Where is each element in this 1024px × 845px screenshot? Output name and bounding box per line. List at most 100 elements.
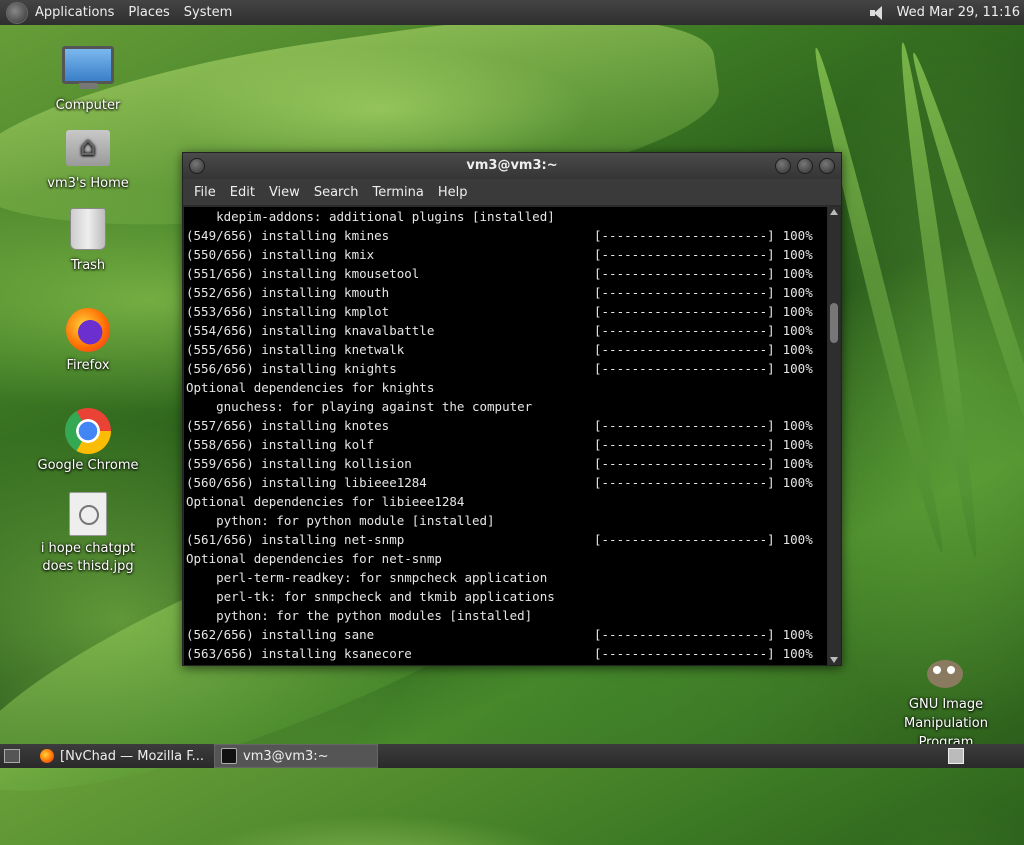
taskbar-item-label: vm3@vm3:~ (243, 748, 329, 764)
terminal-window: vm3@vm3:~ File Edit View Search Termina … (182, 152, 842, 666)
menu-view[interactable]: View (262, 185, 307, 200)
desktop-icon-home[interactable]: vm3's Home (28, 130, 148, 191)
desktop-icon-gimp[interactable]: GNU Image Manipulation Program (886, 652, 1006, 744)
terminal-line-text: (558/656) installing kolf (186, 437, 375, 452)
terminal-line-text: (557/656) installing knotes (186, 418, 390, 433)
progress-percent: 100% (782, 627, 813, 642)
progress-bar-text: [----------------------] (594, 323, 775, 338)
terminal-line-text: (553/656) installing kmplot (186, 304, 390, 319)
terminal-line: perl-tk: for snmpcheck and tkmib applica… (184, 587, 827, 606)
progress-percent: 100% (782, 342, 813, 357)
progress-bar-text: [----------------------] (594, 304, 775, 319)
desktop-icon-label: Computer (55, 98, 121, 113)
terminal-line: kdepim-addons: additional plugins [insta… (184, 207, 827, 226)
progress-bar-text: [----------------------] (594, 437, 775, 452)
scroll-down-arrow-icon[interactable] (830, 657, 838, 663)
desktop-icon-label: i hope chatgpt does thisd.jpg (40, 541, 136, 574)
close-button[interactable] (819, 158, 835, 174)
menu-file[interactable]: File (187, 185, 223, 200)
workspace-switcher[interactable] (948, 748, 964, 764)
firefox-icon (66, 308, 110, 352)
terminal-line-text: python: for python module [installed] (186, 513, 495, 528)
menu-help[interactable]: Help (431, 185, 475, 200)
desktop-icon-image-file[interactable]: i hope chatgpt does thisd.jpg (28, 492, 148, 576)
terminal-line: (561/656) installing net-snmp [----------… (184, 530, 827, 549)
taskbar-item-terminal[interactable]: vm3@vm3:~ (214, 744, 379, 768)
progress-bar-text: [----------------------] (594, 475, 775, 490)
terminal-line-text: kdepim-addons: additional plugins [insta… (186, 209, 555, 224)
progress-percent: 100% (782, 361, 813, 376)
progress-bar-text: [----------------------] (594, 361, 775, 376)
clock[interactable]: Wed Mar 29, 11:16 (897, 5, 1020, 20)
window-title: vm3@vm3:~ (466, 158, 558, 173)
terminal-line-text: (561/656) installing net-snmp (186, 532, 405, 547)
top-panel: Applications Places System Wed Mar 29, 1… (0, 0, 1024, 25)
desktop-icon-label: Firefox (66, 358, 110, 373)
terminal-line-text: (555/656) installing knetwalk (186, 342, 405, 357)
taskbar-item-label: [NvChad — Mozilla F... (60, 748, 205, 764)
terminal-line-text: perl-tk: for snmpcheck and tkmib applica… (186, 589, 555, 604)
progress-percent: 100% (782, 285, 813, 300)
scrollbar-thumb[interactable] (830, 303, 838, 343)
terminal-line: Optional dependencies for knights (184, 378, 827, 397)
terminal-line-text: Optional dependencies for net-snmp (186, 551, 442, 566)
terminal-line-text: (549/656) installing kmines (186, 228, 390, 243)
terminal-line-text: (560/656) installing libieee1284 (186, 475, 427, 490)
progress-percent: 100% (782, 304, 813, 319)
terminal-line: python: for the python modules [installe… (184, 606, 827, 625)
terminal-line: (557/656) installing knotes [------------… (184, 416, 827, 435)
terminal-line-text: python: for the python modules [installe… (186, 608, 533, 623)
terminal-line-text: (559/656) installing kollision (186, 456, 412, 471)
terminal-line-text: (563/656) installing ksanecore (186, 646, 412, 661)
progress-bar-text: [----------------------] (594, 247, 775, 262)
terminal-line-text: Optional dependencies for libieee1284 (186, 494, 465, 509)
desktop-icon-trash[interactable]: Trash (28, 208, 148, 273)
distro-logo-icon[interactable] (6, 1, 28, 24)
menu-places[interactable]: Places (121, 5, 176, 20)
desktop-icon-firefox[interactable]: Firefox (28, 308, 148, 373)
menu-edit[interactable]: Edit (223, 185, 262, 200)
progress-percent: 100% (782, 475, 813, 490)
window-titlebar[interactable]: vm3@vm3:~ (183, 153, 841, 179)
menu-system[interactable]: System (177, 5, 239, 20)
desktop-icon-label: GNU Image Manipulation Program (903, 697, 988, 744)
terminal-line-text: (552/656) installing kmouth (186, 285, 390, 300)
menu-terminal[interactable]: Termina (365, 185, 430, 200)
minimize-button[interactable] (775, 158, 791, 174)
terminal-menubar: File Edit View Search Termina Help (183, 179, 841, 205)
progress-bar-text: [----------------------] (594, 342, 775, 357)
terminal-line-text: (562/656) installing sane (186, 627, 375, 642)
desktop-icon-label: Google Chrome (37, 458, 139, 473)
progress-bar-text: [----------------------] (594, 266, 775, 281)
terminal-scrollbar[interactable] (828, 207, 840, 665)
gimp-icon (921, 652, 971, 692)
desktop-icon-computer[interactable]: Computer (28, 46, 148, 113)
terminal-line: (553/656) installing kmplot [------------… (184, 302, 827, 321)
chrome-icon (65, 408, 111, 454)
terminal-line: (552/656) installing kmouth [------------… (184, 283, 827, 302)
progress-percent: 100% (782, 437, 813, 452)
scroll-up-arrow-icon[interactable] (830, 209, 838, 215)
terminal-icon (221, 748, 238, 764)
show-desktop-icon[interactable] (4, 749, 20, 763)
terminal-line: (549/656) installing kmines [------------… (184, 226, 827, 245)
progress-bar-text: [----------------------] (594, 646, 775, 661)
menu-search[interactable]: Search (307, 185, 366, 200)
terminal-output[interactable]: kdepim-addons: additional plugins [insta… (184, 207, 827, 665)
terminal-line: (550/656) installing kmix [--------------… (184, 245, 827, 264)
terminal-line: (554/656) installing knavalbattle [------… (184, 321, 827, 340)
volume-icon[interactable] (869, 5, 887, 21)
terminal-line: (559/656) installing kollision [---------… (184, 454, 827, 473)
maximize-button[interactable] (797, 158, 813, 174)
terminal-line-text: Optional dependencies for knights (186, 380, 435, 395)
progress-bar-text: [----------------------] (594, 532, 775, 547)
desktop-icon-chrome[interactable]: Google Chrome (28, 408, 148, 473)
firefox-icon (40, 749, 54, 763)
terminal-line: perl-term-readkey: for snmpcheck applica… (184, 568, 827, 587)
progress-percent: 100% (782, 456, 813, 471)
terminal-line-text: (551/656) installing kmousetool (186, 266, 420, 281)
menu-applications[interactable]: Applications (28, 5, 121, 20)
taskbar-item-firefox[interactable]: [NvChad — Mozilla F... (34, 745, 210, 767)
terminal-line-text: (554/656) installing knavalbattle (186, 323, 435, 338)
desktop-icon-label: vm3's Home (47, 176, 129, 191)
